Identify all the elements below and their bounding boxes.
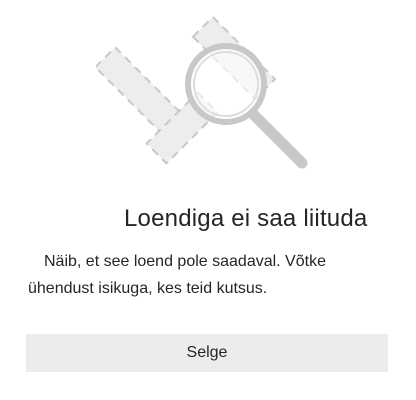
dialog-message: Näib, et see loend pole saadaval. Võtke … — [28, 253, 326, 297]
dialog-title: Loendiga ei saa liituda — [124, 205, 368, 232]
magnifier-over-broken-link-icon — [96, 15, 308, 169]
magnifier-lens — [185, 43, 267, 125]
magnifier-handle — [248, 109, 308, 169]
ok-button[interactable]: Selge — [26, 334, 388, 372]
